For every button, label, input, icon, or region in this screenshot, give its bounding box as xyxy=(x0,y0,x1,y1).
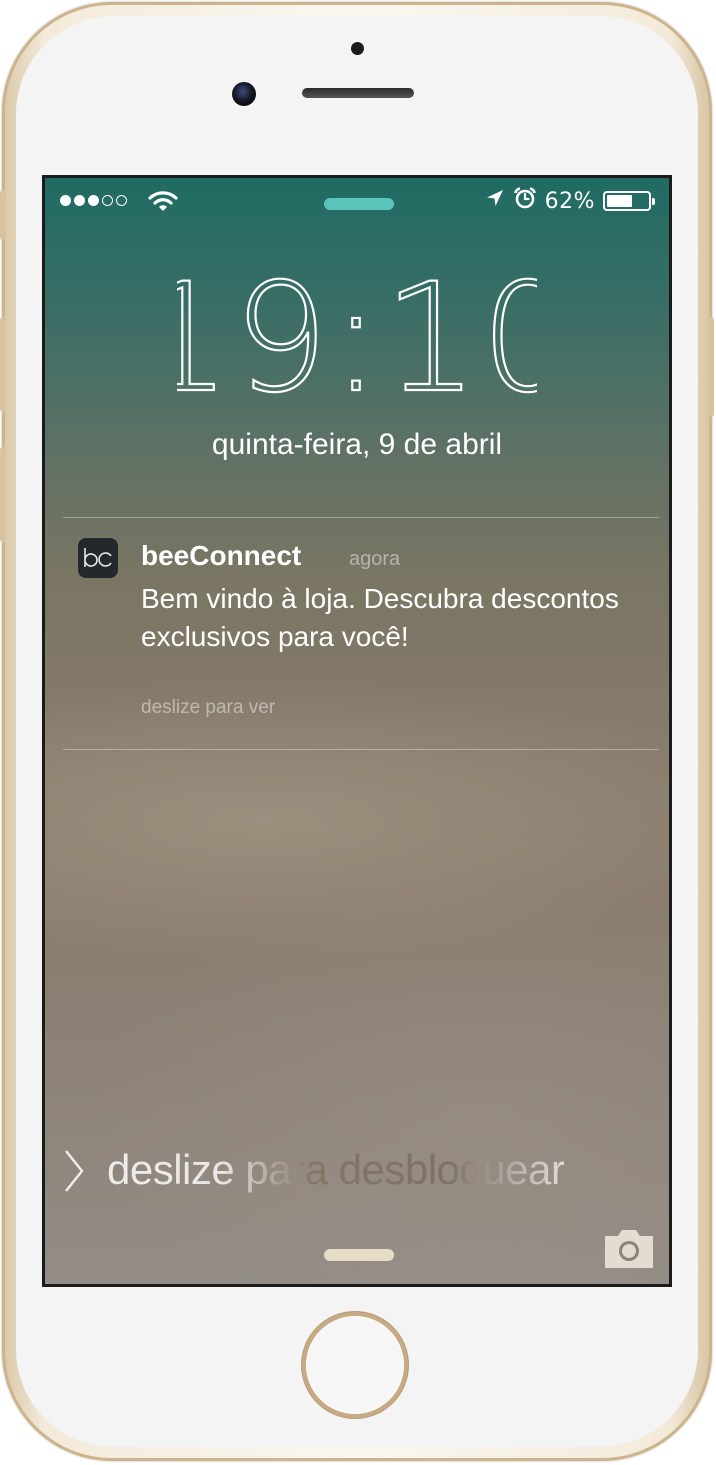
app-icon[interactable] xyxy=(78,538,118,578)
notification-message[interactable]: Bem vindo à loja. Descubra descontos exc… xyxy=(141,580,641,656)
notification-app-name[interactable]: beeConnect xyxy=(141,540,301,572)
front-camera xyxy=(232,82,256,106)
clock-time: 19:10 xyxy=(177,260,537,410)
clock-digits: 19:10 xyxy=(177,260,537,410)
slide-to-unlock[interactable]: deslize para desbloquear xyxy=(107,1146,565,1194)
battery-icon xyxy=(603,191,655,211)
home-button[interactable] xyxy=(302,1312,408,1418)
signal-dot xyxy=(116,195,127,206)
volume-down-button xyxy=(0,447,6,542)
camera-icon[interactable] xyxy=(601,1226,657,1274)
location-arrow-icon xyxy=(485,188,505,214)
signal-dot xyxy=(88,195,99,206)
status-bar: 62% xyxy=(45,178,669,222)
beeconnect-logo-icon xyxy=(84,548,112,567)
signal-dot xyxy=(74,195,85,206)
alarm-clock-icon xyxy=(513,186,537,216)
date-label: quinta-feira, 9 de abril xyxy=(211,428,503,461)
battery-percentage: 62% xyxy=(544,188,595,214)
clock: 19:10 xyxy=(45,260,669,410)
power-button xyxy=(708,317,714,417)
notification-time: agora xyxy=(349,548,401,570)
signal-dot xyxy=(102,195,113,206)
status-right-group: 62% xyxy=(485,186,655,216)
wifi-icon xyxy=(148,190,178,218)
notification-bottom-divider xyxy=(63,749,659,750)
lock-screen[interactable]: 62% 19:10 quinta-feira, 9 de abril beeCo… xyxy=(42,175,672,1287)
notification-action-hint: deslize para ver xyxy=(141,697,276,718)
battery-tip xyxy=(652,198,655,205)
earpiece-speaker xyxy=(302,88,414,98)
notification-top-divider xyxy=(63,517,659,518)
battery-fill xyxy=(607,195,632,207)
chevron-right-icon xyxy=(63,1148,85,1198)
status-indicator-pill xyxy=(324,198,394,210)
mute-switch xyxy=(0,190,6,240)
signal-dot xyxy=(60,195,71,206)
control-center-grabber[interactable] xyxy=(324,1249,394,1261)
volume-up-button xyxy=(0,317,6,412)
signal-strength-icon xyxy=(60,195,127,206)
proximity-sensor xyxy=(351,42,364,55)
